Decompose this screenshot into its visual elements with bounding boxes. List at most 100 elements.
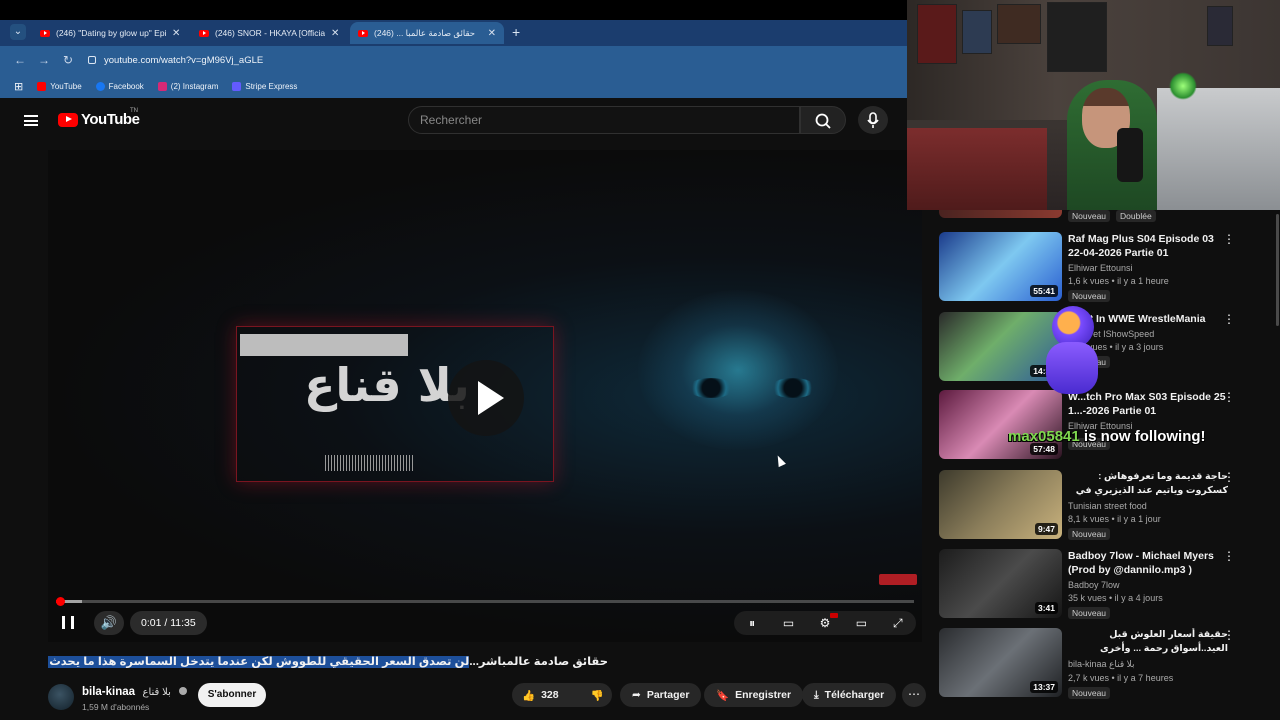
video-thumbnail[interactable]: 57:48 [939,390,1062,459]
kebab-menu-icon[interactable]: ⋮ [1223,550,1235,562]
kebab-menu-icon[interactable]: ⋮ [1223,391,1235,403]
poster [1207,6,1233,46]
browser-tab-1[interactable]: (246) "Dating by glow up" Episo ✕ [32,22,190,44]
large-play-button-icon[interactable] [448,360,524,436]
close-tab-icon[interactable]: ✕ [488,28,496,39]
channel-avatar[interactable] [48,684,74,710]
back-arrow-icon[interactable]: ← [8,53,32,67]
tab-search-chevron-icon[interactable]: ⌄ [10,24,26,40]
forward-arrow-icon[interactable]: → [32,53,56,67]
bookmark-stripe[interactable]: Stripe Express [232,81,297,91]
menu-hamburger-icon[interactable] [24,115,38,126]
new-tab-icon[interactable]: + [512,24,520,40]
like-button[interactable]: 👍 328 [512,683,569,707]
kebab-menu-icon[interactable]: ⋮ [1223,313,1235,325]
address-bar: ← → ↻ youtube.com/watch?v=gM96Vj_aGLE [0,46,907,74]
progress-bar[interactable] [56,597,914,606]
apps-grid-icon[interactable]: ⊞ [14,80,23,93]
previous-item-badges: Nouveau Doublée [1068,210,1156,222]
pause-icon[interactable] [62,616,74,629]
url-field[interactable]: youtube.com/watch?v=gM96Vj_aGLE [88,55,263,66]
sidebar-scrollbar[interactable] [1276,214,1279,326]
eye-graphic [770,378,816,398]
scrubber-handle[interactable] [56,597,65,606]
title-plain: حقائق صادمة عالمباشر... [469,656,608,668]
new-badge: Nouveau [1068,607,1111,619]
kebab-menu-icon[interactable]: ⋮ [1223,471,1235,483]
new-badge: Nouveau [1068,528,1111,540]
video-thumbnail[interactable]: 13:37 [939,628,1062,697]
microphone-icon [867,112,879,128]
site-info-icon[interactable] [88,56,96,64]
fullscreen-icon[interactable]: ⤢ [891,617,905,629]
thumbs-down-icon: 👎 [590,689,604,702]
video-title[interactable]: حقيقة أسعار العلوش قبل العيد..أسواق رحمة… [1068,628,1228,656]
poster [917,4,957,64]
follow-alert: max05841 is now following! [1008,428,1206,445]
bookmark-youtube[interactable]: YouTube [37,81,82,91]
video-meta: 8,1 k vues • il y a 1 jour [1068,514,1161,524]
more-actions-icon[interactable]: ⋯ [902,683,926,707]
share-button[interactable]: ➦ Partager [620,683,702,707]
channel-name[interactable]: bila-kinaa [82,686,135,698]
browser-tabbar: ⌄ (246) "Dating by glow up" Episo ✕ (246… [0,0,907,46]
tab-title: (246) SNOR - HKAYA [Official M [215,28,325,38]
close-tab-icon[interactable]: ✕ [331,28,339,39]
title-highlighted: لن تصدق السعر الحقيقي للطووش لكن عندما ي… [48,656,470,668]
download-button[interactable]: ⤓ Télécharger [802,683,897,707]
youtube-logo[interactable]: YouTube TN [58,108,140,128]
browser-tab-active[interactable]: حقائق صادمة عالمبا ... (246) ✕ [350,22,504,44]
video-duration: 13:37 [1030,681,1058,693]
subscribe-button[interactable]: S'abonner [198,683,266,707]
search-input[interactable]: Rechercher [408,106,800,134]
voice-search-button[interactable] [858,106,888,134]
video-info: حقيقة أسعار العلوش قبل العيد..أسواق رحمة… [1068,628,1228,701]
video-title[interactable]: حاجة قديمة وما تعرفوهاش : كسكروت وياتيم … [1068,470,1228,498]
right-controls: ⏸ ▭ ⚙ ▭ ⤢ [734,611,916,635]
youtube-icon [37,81,47,91]
search-button[interactable] [800,106,846,134]
video-title[interactable]: Badboy 7low - Michael Myers (Prod by @da… [1068,549,1228,577]
close-tab-icon[interactable]: ✕ [172,28,180,39]
channel-name-ar: بلا قناع [142,687,171,698]
browser-tab-2[interactable]: (246) SNOR - HKAYA [Official M ✕ [191,22,349,44]
reload-icon[interactable]: ↻ [56,53,80,67]
eye-graphic [688,378,734,398]
theater-mode-icon[interactable]: ▭ [854,617,868,629]
bed [907,128,1047,210]
video-thumbnail[interactable]: 3:41 [939,549,1062,618]
channel-name[interactable]: Tunisian street food [1068,501,1228,511]
video-duration: 55:41 [1030,285,1058,297]
bookmark-instagram[interactable]: (2) Instagram [157,81,218,91]
kebab-menu-icon[interactable]: ⋮ [1223,629,1235,641]
bookmarks-bar: ⊞ YouTube Facebook (2) Instagram Stripe … [0,74,907,98]
settings-gear-icon[interactable]: ⚙ [818,613,838,629]
follow-message: is now following! [1079,428,1206,445]
subtitles-icon[interactable]: ▭ [782,617,796,629]
volume-icon[interactable]: 🔊 [94,611,124,635]
youtube-logo-icon [58,112,78,127]
youtube-favicon-icon [40,29,50,37]
video-player[interactable]: بلا قناع 🔊 0:01 / 11:35 ⏸ ▭ ⚙ ▭ ⤢ [48,150,922,642]
channel-owner: bila-kinaa بلا قناع 1,59 M d'abonnés [48,682,188,712]
channel-name[interactable]: bila-kinaa بلا قناع [1068,659,1228,670]
channel-name[interactable]: Badboy 7low [1068,580,1228,590]
kebab-menu-icon[interactable]: ⋮ [1223,233,1235,245]
poster [962,10,992,54]
bookmark-facebook[interactable]: Facebook [95,81,144,91]
dislike-button[interactable]: 👎 [581,683,614,707]
video-title[interactable]: Raf Mag Plus S04 Episode 03 22-04-2026 P… [1068,232,1228,260]
green-light [1169,72,1197,100]
autoplay-toggle-icon[interactable]: ⏸ [745,617,759,629]
video-thumbnail[interactable]: 55:41 [939,232,1062,301]
country-code: TN [130,108,138,114]
new-badge: Nouveau [1068,290,1111,302]
tab-title: (246) "Dating by glow up" Episo [56,28,166,38]
channel-name[interactable]: Elhiwar Ettounsi [1068,263,1228,273]
time-display: 0:01 / 11:35 [130,611,207,635]
download-icon: ⤓ [814,688,819,701]
save-button[interactable]: 🔖 Enregistrer [704,683,804,707]
thumbs-up-icon: 👍 [522,689,536,702]
video-thumbnail[interactable]: 9:47 [939,470,1062,539]
poster [1047,2,1107,72]
